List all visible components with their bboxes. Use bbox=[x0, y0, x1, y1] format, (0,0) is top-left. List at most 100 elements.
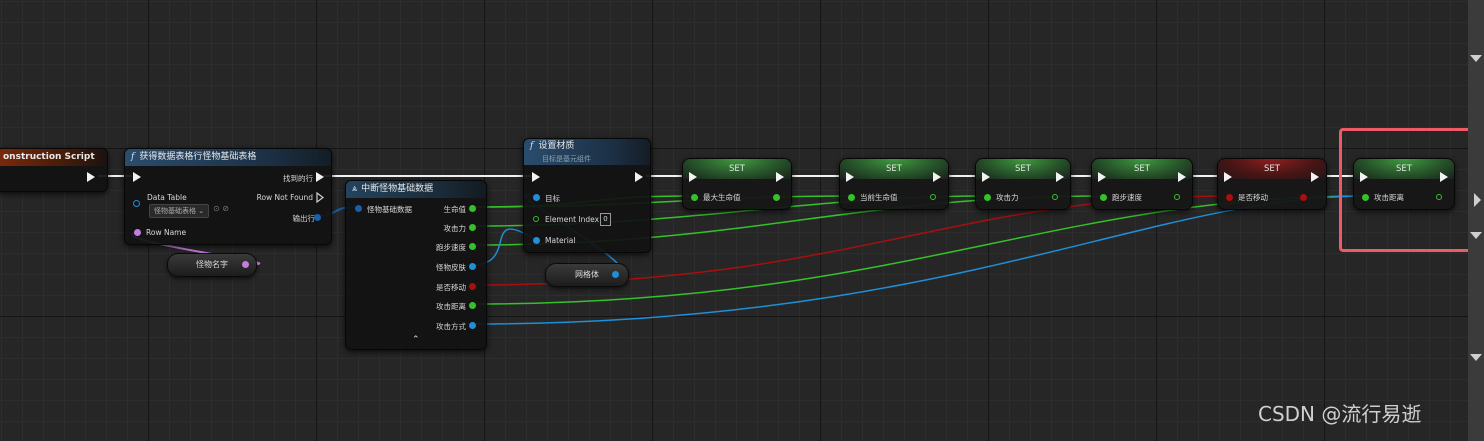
collapse-chevron-up-icon[interactable]: ⌃ bbox=[412, 335, 420, 345]
value-out-pin[interactable] bbox=[773, 194, 780, 201]
output-pin-can-move[interactable] bbox=[469, 283, 476, 290]
exec-in-pin[interactable] bbox=[1224, 172, 1232, 182]
set-material-subtitle: 目标是基元组件 bbox=[542, 155, 591, 163]
output-pin-health[interactable] bbox=[469, 205, 476, 212]
get-data-table-row-node[interactable]: f 获得数据表格行怪物基础表格 找到的行 Data Table 怪物基础表格 ⌄ … bbox=[124, 148, 332, 245]
exec-out-found-pin[interactable] bbox=[316, 172, 324, 182]
set-node-max-health[interactable]: SET 最大生命值 bbox=[682, 158, 792, 210]
element-index-input[interactable]: 0 bbox=[600, 213, 611, 226]
value-out-pin[interactable] bbox=[1174, 194, 1180, 200]
exec-out-pin[interactable] bbox=[635, 172, 643, 182]
exec-in-pin[interactable] bbox=[532, 172, 540, 182]
chevron-down-icon[interactable] bbox=[1470, 354, 1482, 361]
function-icon: f bbox=[530, 141, 534, 151]
exec-out-pin[interactable] bbox=[1178, 172, 1186, 182]
set-variable-label: 跑步速度 bbox=[1112, 193, 1142, 202]
output-pin-attack[interactable] bbox=[469, 224, 476, 231]
material-pin[interactable] bbox=[533, 237, 540, 244]
break-struct-header: ⩓ 中断怪物基础数据 bbox=[346, 181, 486, 198]
value-out-pin[interactable] bbox=[1052, 194, 1058, 200]
mesh-var-pin[interactable] bbox=[612, 271, 619, 278]
browse-clear-icons[interactable]: ⊙ ⊘ bbox=[213, 204, 229, 213]
get-row-title: 获得数据表格行怪物基础表格 bbox=[139, 152, 257, 162]
row-name-var-pin[interactable] bbox=[242, 261, 249, 268]
construction-script-title: onstruction Script bbox=[0, 149, 107, 166]
break-struct-node[interactable]: ⩓ 中断怪物基础数据 怪物基础数据 生命值 攻击力 跑步速度 怪物皮肤 是否移动 … bbox=[345, 180, 487, 350]
target-label: 目标 bbox=[545, 194, 560, 203]
value-out-pin[interactable] bbox=[1300, 194, 1307, 201]
exec-in-pin[interactable] bbox=[846, 172, 854, 182]
output-pin-run-speed[interactable] bbox=[469, 243, 476, 250]
output-label-attack: 攻击力 bbox=[443, 224, 467, 233]
exec-in-pin[interactable] bbox=[982, 172, 990, 182]
output-label-health: 生命值 bbox=[443, 205, 467, 214]
exec-out-pin[interactable] bbox=[87, 172, 95, 182]
value-in-pin[interactable] bbox=[691, 194, 698, 201]
set-node-current-health[interactable]: SET 当前生命值 bbox=[839, 158, 949, 210]
out-row-pin[interactable] bbox=[314, 214, 321, 221]
highlight-box bbox=[1339, 128, 1482, 252]
break-icon: ⩓ bbox=[352, 184, 358, 194]
row-name-pin[interactable] bbox=[134, 229, 141, 236]
set-node-run-speed[interactable]: SET 跑步速度 bbox=[1091, 158, 1193, 210]
struct-input-pin[interactable] bbox=[355, 205, 362, 212]
output-label-attack-range: 攻击距离 bbox=[436, 302, 466, 311]
set-material-node[interactable]: f 设置材质 目标是基元组件 目标 Element Index 0 Materia… bbox=[523, 138, 651, 253]
exec-in-pin[interactable] bbox=[1098, 172, 1106, 182]
chevron-down-icon[interactable] bbox=[1470, 55, 1482, 62]
chevron-right-icon[interactable] bbox=[1474, 193, 1481, 207]
output-label-skin: 怪物皮肤 bbox=[436, 263, 466, 272]
material-label: Material bbox=[545, 236, 576, 245]
watermark-text: CSDN @流行易逝 bbox=[1258, 402, 1422, 426]
exec-in-pin[interactable] bbox=[689, 172, 697, 182]
found-row-label: 找到的行 bbox=[283, 174, 313, 183]
data-table-value: 怪物基础表格 bbox=[154, 207, 196, 215]
chevron-down-icon[interactable] bbox=[1470, 232, 1482, 239]
break-struct-title: 中断怪物基础数据 bbox=[361, 184, 434, 194]
value-in-pin[interactable] bbox=[1226, 194, 1233, 201]
function-icon: f bbox=[131, 152, 135, 162]
side-panel-edge[interactable] bbox=[1468, 0, 1484, 441]
output-pin-attack-range[interactable] bbox=[469, 302, 476, 309]
value-in-pin[interactable] bbox=[848, 194, 855, 201]
output-label-run-speed: 跑步速度 bbox=[436, 243, 466, 252]
row-name-variable-node[interactable]: 怪物名字 bbox=[167, 253, 257, 277]
exec-in-pin[interactable] bbox=[133, 172, 141, 182]
element-index-pin[interactable] bbox=[533, 216, 539, 222]
data-table-pin[interactable] bbox=[133, 200, 140, 207]
set-variable-label: 是否移动 bbox=[1238, 193, 1268, 202]
mesh-variable-label: 网格体 bbox=[575, 270, 599, 279]
set-node-attack[interactable]: SET 攻击力 bbox=[975, 158, 1071, 210]
value-out-pin[interactable] bbox=[930, 194, 936, 200]
set-header: SET bbox=[840, 159, 948, 179]
value-in-pin[interactable] bbox=[1100, 194, 1107, 201]
output-pin-attack-mode[interactable] bbox=[469, 322, 476, 329]
element-index-label: Element Index bbox=[545, 215, 600, 224]
chevron-down-icon: ⌄ bbox=[198, 207, 205, 215]
value-in-pin[interactable] bbox=[984, 194, 991, 201]
set-node-can-move[interactable]: SET 是否移动 bbox=[1217, 158, 1327, 210]
exec-out-pin[interactable] bbox=[1311, 172, 1319, 182]
set-material-title: 设置材质 bbox=[538, 141, 575, 151]
exec-out-pin[interactable] bbox=[1056, 172, 1064, 182]
mesh-variable-node[interactable]: 网格体 bbox=[545, 263, 629, 287]
out-row-label: 输出行 bbox=[292, 214, 316, 223]
set-variable-label: 攻击力 bbox=[996, 193, 1019, 202]
output-label-can-move: 是否移动 bbox=[436, 283, 466, 292]
target-pin[interactable] bbox=[533, 194, 540, 201]
construction-script-node[interactable]: onstruction Script bbox=[0, 148, 108, 192]
data-table-label: Data Table bbox=[147, 193, 187, 202]
row-not-found-label: Row Not Found bbox=[256, 193, 313, 202]
data-table-dropdown[interactable]: 怪物基础表格 ⌄ bbox=[149, 204, 210, 218]
exec-out-pin[interactable] bbox=[776, 172, 784, 182]
row-name-variable-label: 怪物名字 bbox=[196, 260, 228, 269]
get-row-header: f 获得数据表格行怪物基础表格 bbox=[125, 149, 331, 166]
struct-input-label: 怪物基础数据 bbox=[367, 205, 412, 214]
row-name-label: Row Name bbox=[146, 228, 187, 237]
set-variable-label: 最大生命值 bbox=[703, 193, 741, 202]
set-header: SET bbox=[1218, 159, 1326, 179]
output-label-attack-mode: 攻击方式 bbox=[436, 322, 466, 331]
set-header: SET bbox=[683, 159, 791, 179]
output-pin-skin[interactable] bbox=[469, 263, 476, 270]
exec-out-pin[interactable] bbox=[933, 172, 941, 182]
